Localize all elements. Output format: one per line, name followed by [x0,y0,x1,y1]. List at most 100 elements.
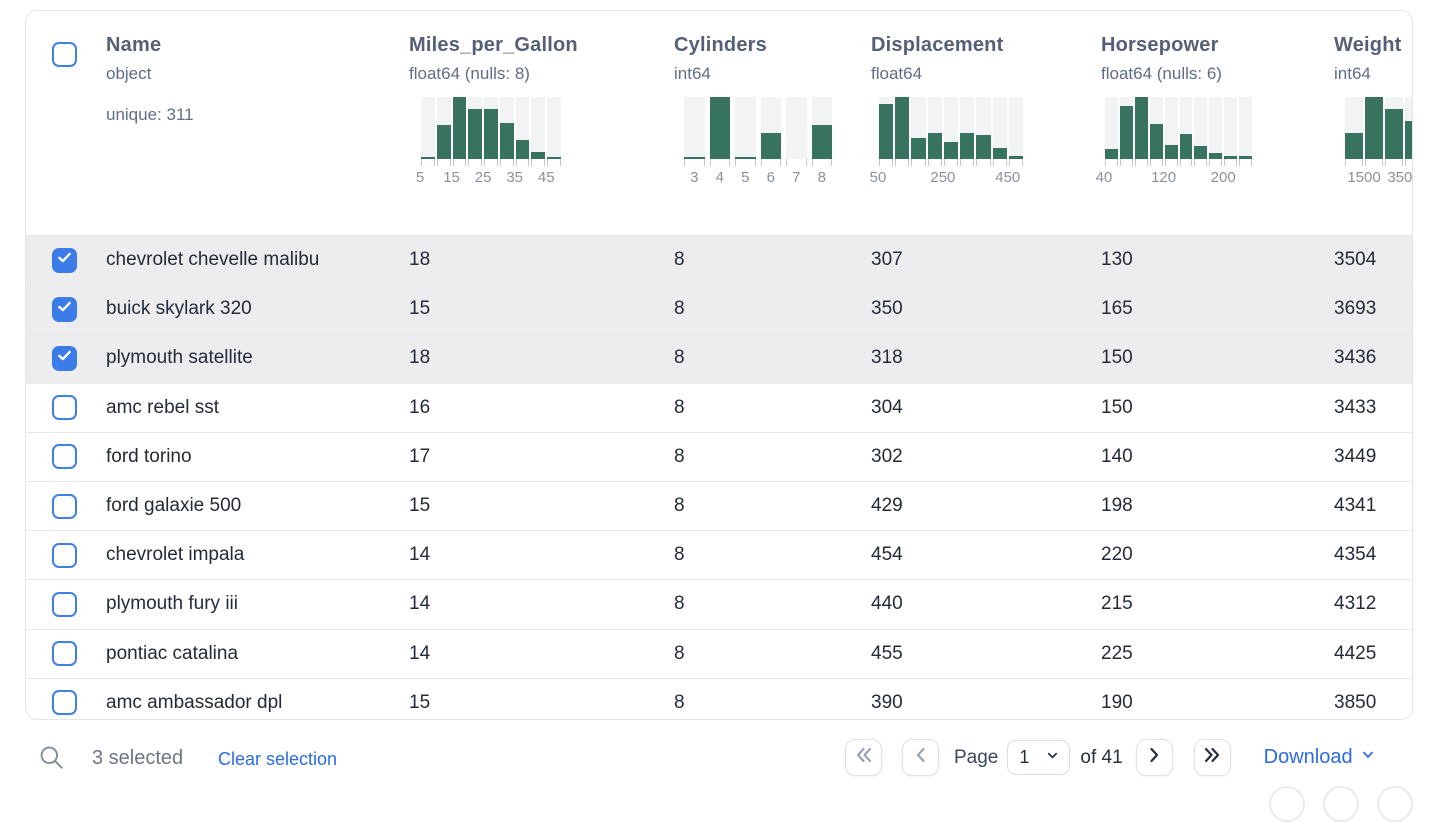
row-checkbox-cell [26,395,106,420]
cell-cylinders: 8 [674,446,871,468]
cell-horsepower: 130 [1101,249,1334,271]
row-checkbox[interactable] [52,543,77,568]
next-page-button[interactable] [1136,739,1173,776]
last-page-button[interactable] [1194,739,1231,776]
cell-weight: 3504 [1334,249,1413,271]
row-checkbox-cell [26,494,106,519]
page-select[interactable]: 1 [1007,740,1070,775]
row-checkbox[interactable] [52,346,77,371]
table-row: amc rebel sst1683041503433 [26,383,1412,432]
checkmark-icon [55,248,74,273]
download-label: Download [1264,746,1353,769]
table-row: chevrolet impala1484542204354 [26,530,1412,579]
column-header-horsepower: Horsepower float64 (nulls: 6) 40120200 [1101,11,1334,235]
table-row: ford torino1783021403449 [26,432,1412,481]
double-chevron-left-icon [853,744,875,771]
cell-weight: 3850 [1334,692,1413,714]
cell-horsepower: 150 [1101,397,1334,419]
cell-cylinders: 8 [674,692,871,714]
prev-page-button[interactable] [902,739,939,776]
cell-displacement: 304 [871,397,1101,419]
cell-weight: 4425 [1334,643,1413,665]
cell-displacement: 429 [871,495,1101,517]
cell-cylinders: 8 [674,397,871,419]
column-dtype: int64 [674,64,871,84]
cell-weight: 4341 [1334,495,1413,517]
row-checkbox[interactable] [52,297,77,322]
cell-weight: 3433 [1334,397,1413,419]
row-checkbox[interactable] [52,690,77,715]
table-row: plymouth fury iii1484402154312 [26,579,1412,628]
row-checkbox-cell [26,297,106,322]
cell-displacement: 455 [871,643,1101,665]
page-total-label: of 41 [1080,747,1122,769]
histogram-horsepower: 40120200 [1105,97,1252,186]
cell-miles-per-gallon: 18 [409,249,674,271]
cutoff-button-1[interactable] [1269,786,1305,822]
cell-weight: 3436 [1334,347,1413,369]
select-all-checkbox[interactable] [52,42,77,67]
row-checkbox[interactable] [52,444,77,469]
row-checkbox-cell [26,346,106,371]
cell-displacement: 440 [871,593,1101,615]
cell-horsepower: 150 [1101,347,1334,369]
download-button[interactable]: Download [1264,746,1376,769]
cell-weight: 3449 [1334,446,1413,468]
cell-horsepower: 215 [1101,593,1334,615]
row-checkbox-cell [26,641,106,666]
table-row: chevrolet chevelle malibu1883071303504 [26,235,1412,284]
clear-selection-link[interactable]: Clear selection [218,749,337,770]
page-label: Page [954,747,998,769]
cell-horsepower: 198 [1101,495,1334,517]
cell-displacement: 390 [871,692,1101,714]
row-checkbox[interactable] [52,248,77,273]
cell-miles-per-gallon: 15 [409,298,674,320]
cell-weight: 3693 [1334,298,1413,320]
first-page-button[interactable] [845,739,882,776]
checkmark-icon [55,297,74,322]
cell-name: ford galaxie 500 [106,495,409,517]
cutoff-button-2[interactable] [1323,786,1359,822]
row-checkbox[interactable] [52,592,77,617]
column-title: Horsepower [1101,34,1334,57]
histogram-weight: 15003500 [1345,97,1413,186]
table-row: buick skylark 3201583501653693 [26,284,1412,333]
cell-displacement: 454 [871,544,1101,566]
column-dtype: object [106,64,409,84]
row-checkbox[interactable] [52,395,77,420]
cell-displacement: 318 [871,347,1101,369]
cell-horsepower: 225 [1101,643,1334,665]
cell-name: amc ambassador dpl [106,692,409,714]
chevron-right-icon [1143,744,1165,771]
column-header-name: Name object unique: 311 [106,11,409,235]
cell-horsepower: 140 [1101,446,1334,468]
column-title: Weight [1334,34,1413,57]
chevron-down-icon [1045,748,1060,768]
table-header-row: Name object unique: 311 Miles_per_Gallon… [26,11,1412,235]
cell-miles-per-gallon: 14 [409,593,674,615]
row-checkbox[interactable] [52,641,77,666]
row-checkbox-cell [26,592,106,617]
cell-name: amc rebel sst [106,397,409,419]
table-row: plymouth satellite1883181503436 [26,333,1412,382]
cell-cylinders: 8 [674,495,871,517]
table-row: amc ambassador dpl1583901903850 [26,678,1412,720]
column-header-cylinders: Cylinders int64 345678 [674,11,871,235]
cell-name: chevrolet impala [106,544,409,566]
pagination: Page 1 of 41 Download [845,739,1376,776]
cell-cylinders: 8 [674,347,871,369]
cell-miles-per-gallon: 15 [409,692,674,714]
chevron-down-icon [1360,746,1376,769]
cutoff-button-3[interactable] [1377,786,1413,822]
cell-name: pontiac catalina [106,643,409,665]
cell-miles-per-gallon: 17 [409,446,674,468]
cell-name: buick skylark 320 [106,298,409,320]
row-checkbox[interactable] [52,494,77,519]
cell-miles-per-gallon: 14 [409,544,674,566]
cell-name: ford torino [106,446,409,468]
column-title: Miles_per_Gallon [409,34,674,57]
column-dtype: float64 [871,64,1101,84]
search-icon[interactable] [38,744,66,777]
cell-cylinders: 8 [674,593,871,615]
cell-name: plymouth fury iii [106,593,409,615]
